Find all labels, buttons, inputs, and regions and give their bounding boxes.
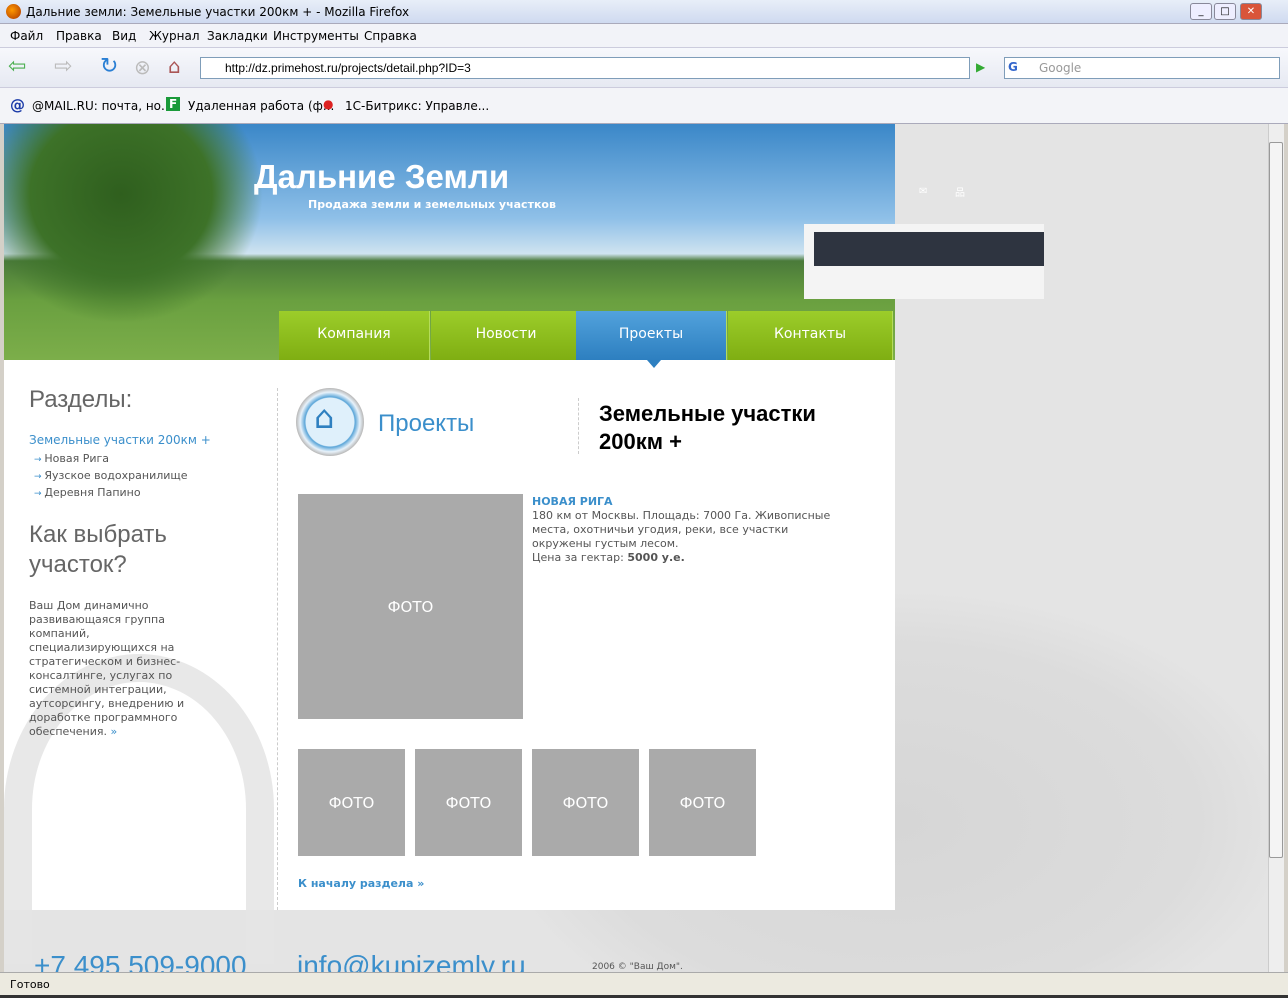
footer-phone: +7 495 509-9000 bbox=[34, 950, 247, 972]
sitemap-icon[interactable]: 品 bbox=[955, 184, 965, 199]
web-page: Дальние Земли Продажа земли и земельных … bbox=[4, 124, 1268, 972]
active-tab-arrow bbox=[647, 360, 661, 368]
bookmark-bitrix[interactable]: 1С-Битрикс: Управле... bbox=[345, 99, 489, 113]
fl-icon: F bbox=[166, 97, 181, 111]
section-title: Проекты bbox=[378, 410, 475, 437]
site-logo[interactable]: Дальние Земли bbox=[254, 158, 509, 196]
status-bar: Готово bbox=[0, 972, 1288, 998]
tree-image bbox=[4, 124, 264, 324]
thumb-photo-2[interactable]: ФОТО bbox=[415, 749, 522, 856]
sections-heading: Разделы: bbox=[29, 386, 133, 413]
mail-icon[interactable]: ✉ bbox=[919, 186, 927, 197]
nav-news[interactable]: Новости bbox=[431, 311, 582, 360]
scrollbar-thumb[interactable] bbox=[1269, 142, 1283, 858]
footer-copyright: 2006 © "Ваш Дом". bbox=[592, 962, 683, 972]
title-bar: Дальние земли: Земельные участки 200км +… bbox=[0, 0, 1288, 24]
title-divider bbox=[578, 398, 579, 454]
window-title: Дальние земли: Земельные участки 200км +… bbox=[26, 5, 410, 19]
nav-company[interactable]: Компания bbox=[279, 311, 430, 360]
site-slogan: Продажа земли и земельных участков bbox=[308, 198, 556, 211]
sidebar-item-novaya-riga[interactable]: Новая Рига bbox=[34, 452, 109, 465]
close-button[interactable]: ✕ bbox=[1240, 3, 1262, 20]
bitrix-icon: ● bbox=[323, 97, 334, 111]
bookmark-fl[interactable]: Удаленная работа (ф... bbox=[188, 99, 334, 113]
footer-email[interactable]: info@kupizemly.ru bbox=[297, 950, 526, 972]
price-label: Цена за гектар: bbox=[532, 551, 624, 564]
go-icon[interactable]: ▶ bbox=[976, 60, 985, 74]
forward-icon[interactable]: ⇨ bbox=[54, 54, 72, 79]
how-to-choose-heading: Как выбрать участок? bbox=[29, 521, 167, 578]
bookmarks-bar: @ @MAIL.RU: почта, но... F Удаленная раб… bbox=[0, 88, 1288, 124]
sidebar-divider bbox=[277, 388, 278, 910]
nav-contacts[interactable]: Контакты bbox=[728, 311, 893, 360]
url-bar[interactable]: http://dz.primehost.ru/projects/detail.p… bbox=[200, 57, 970, 79]
status-text: Готово bbox=[10, 978, 50, 991]
page-title: Земельные участки 200км + bbox=[599, 401, 816, 454]
thumb-photo-4[interactable]: ФОТО bbox=[649, 749, 756, 856]
project-description: 180 км от Москвы. Площадь: 7000 Га. Живо… bbox=[532, 509, 831, 550]
house-roof bbox=[814, 232, 1044, 266]
project-name[interactable]: НОВАЯ РИГА bbox=[532, 495, 613, 508]
menu-file[interactable]: Файл bbox=[10, 29, 43, 43]
back-to-section-link[interactable]: К началу раздела » bbox=[298, 877, 424, 890]
menu-help[interactable]: Справка bbox=[364, 29, 417, 43]
menu-bookmarks[interactable]: Закладки bbox=[207, 29, 268, 43]
thumb-photo-3[interactable]: ФОТО bbox=[532, 749, 639, 856]
menu-history[interactable]: Журнал bbox=[149, 29, 200, 43]
site-header: Дальние Земли Продажа земли и земельных … bbox=[4, 124, 1044, 360]
firefox-icon bbox=[6, 4, 21, 19]
back-icon[interactable]: ⇦ bbox=[8, 54, 26, 79]
more-link[interactable]: » bbox=[111, 725, 118, 738]
sidebar-item-yauza[interactable]: Яузское водохранилище bbox=[34, 469, 187, 482]
sidebar-current-section[interactable]: Земельные участки 200км + bbox=[29, 433, 211, 447]
nav-projects[interactable]: Проекты bbox=[576, 311, 727, 360]
menu-view[interactable]: Вид bbox=[112, 29, 136, 43]
project-price: Цена за гектар: 5000 у.е. bbox=[532, 551, 685, 564]
maximize-button[interactable]: □ bbox=[1214, 3, 1236, 20]
navigation-toolbar: ⇦ ⇨ ↻ ⊗ ⌂ http://dz.primehost.ru/project… bbox=[0, 48, 1288, 88]
google-icon[interactable]: G bbox=[1008, 60, 1018, 74]
menu-bar: Файл Правка Вид Журнал Закладки Инструме… bbox=[0, 24, 1288, 48]
minimize-button[interactable]: _ bbox=[1190, 3, 1212, 20]
sidebar-item-papino[interactable]: Деревня Папино bbox=[34, 486, 140, 499]
main-photo[interactable]: ФОТО bbox=[298, 494, 523, 719]
price-value: 5000 у.е. bbox=[627, 551, 685, 564]
how-text: Ваш Дом динамично развивающаяся группа к… bbox=[29, 599, 185, 738]
home-icon[interactable]: ⌂ bbox=[168, 54, 181, 78]
bookmark-mail[interactable]: @MAIL.RU: почта, но... bbox=[32, 99, 172, 113]
menu-tools[interactable]: Инструменты bbox=[273, 29, 359, 43]
search-input[interactable]: Google bbox=[1004, 57, 1280, 79]
stop-icon[interactable]: ⊗ bbox=[134, 55, 151, 79]
reload-icon[interactable]: ↻ bbox=[100, 54, 118, 79]
projects-house-icon: ⌂ bbox=[296, 388, 364, 456]
mail-icon: @ bbox=[10, 96, 25, 114]
menu-edit[interactable]: Правка bbox=[56, 29, 102, 43]
thumb-photo-1[interactable]: ФОТО bbox=[298, 749, 405, 856]
how-to-choose-text: Ваш Дом динамично развивающаяся группа к… bbox=[29, 599, 219, 739]
